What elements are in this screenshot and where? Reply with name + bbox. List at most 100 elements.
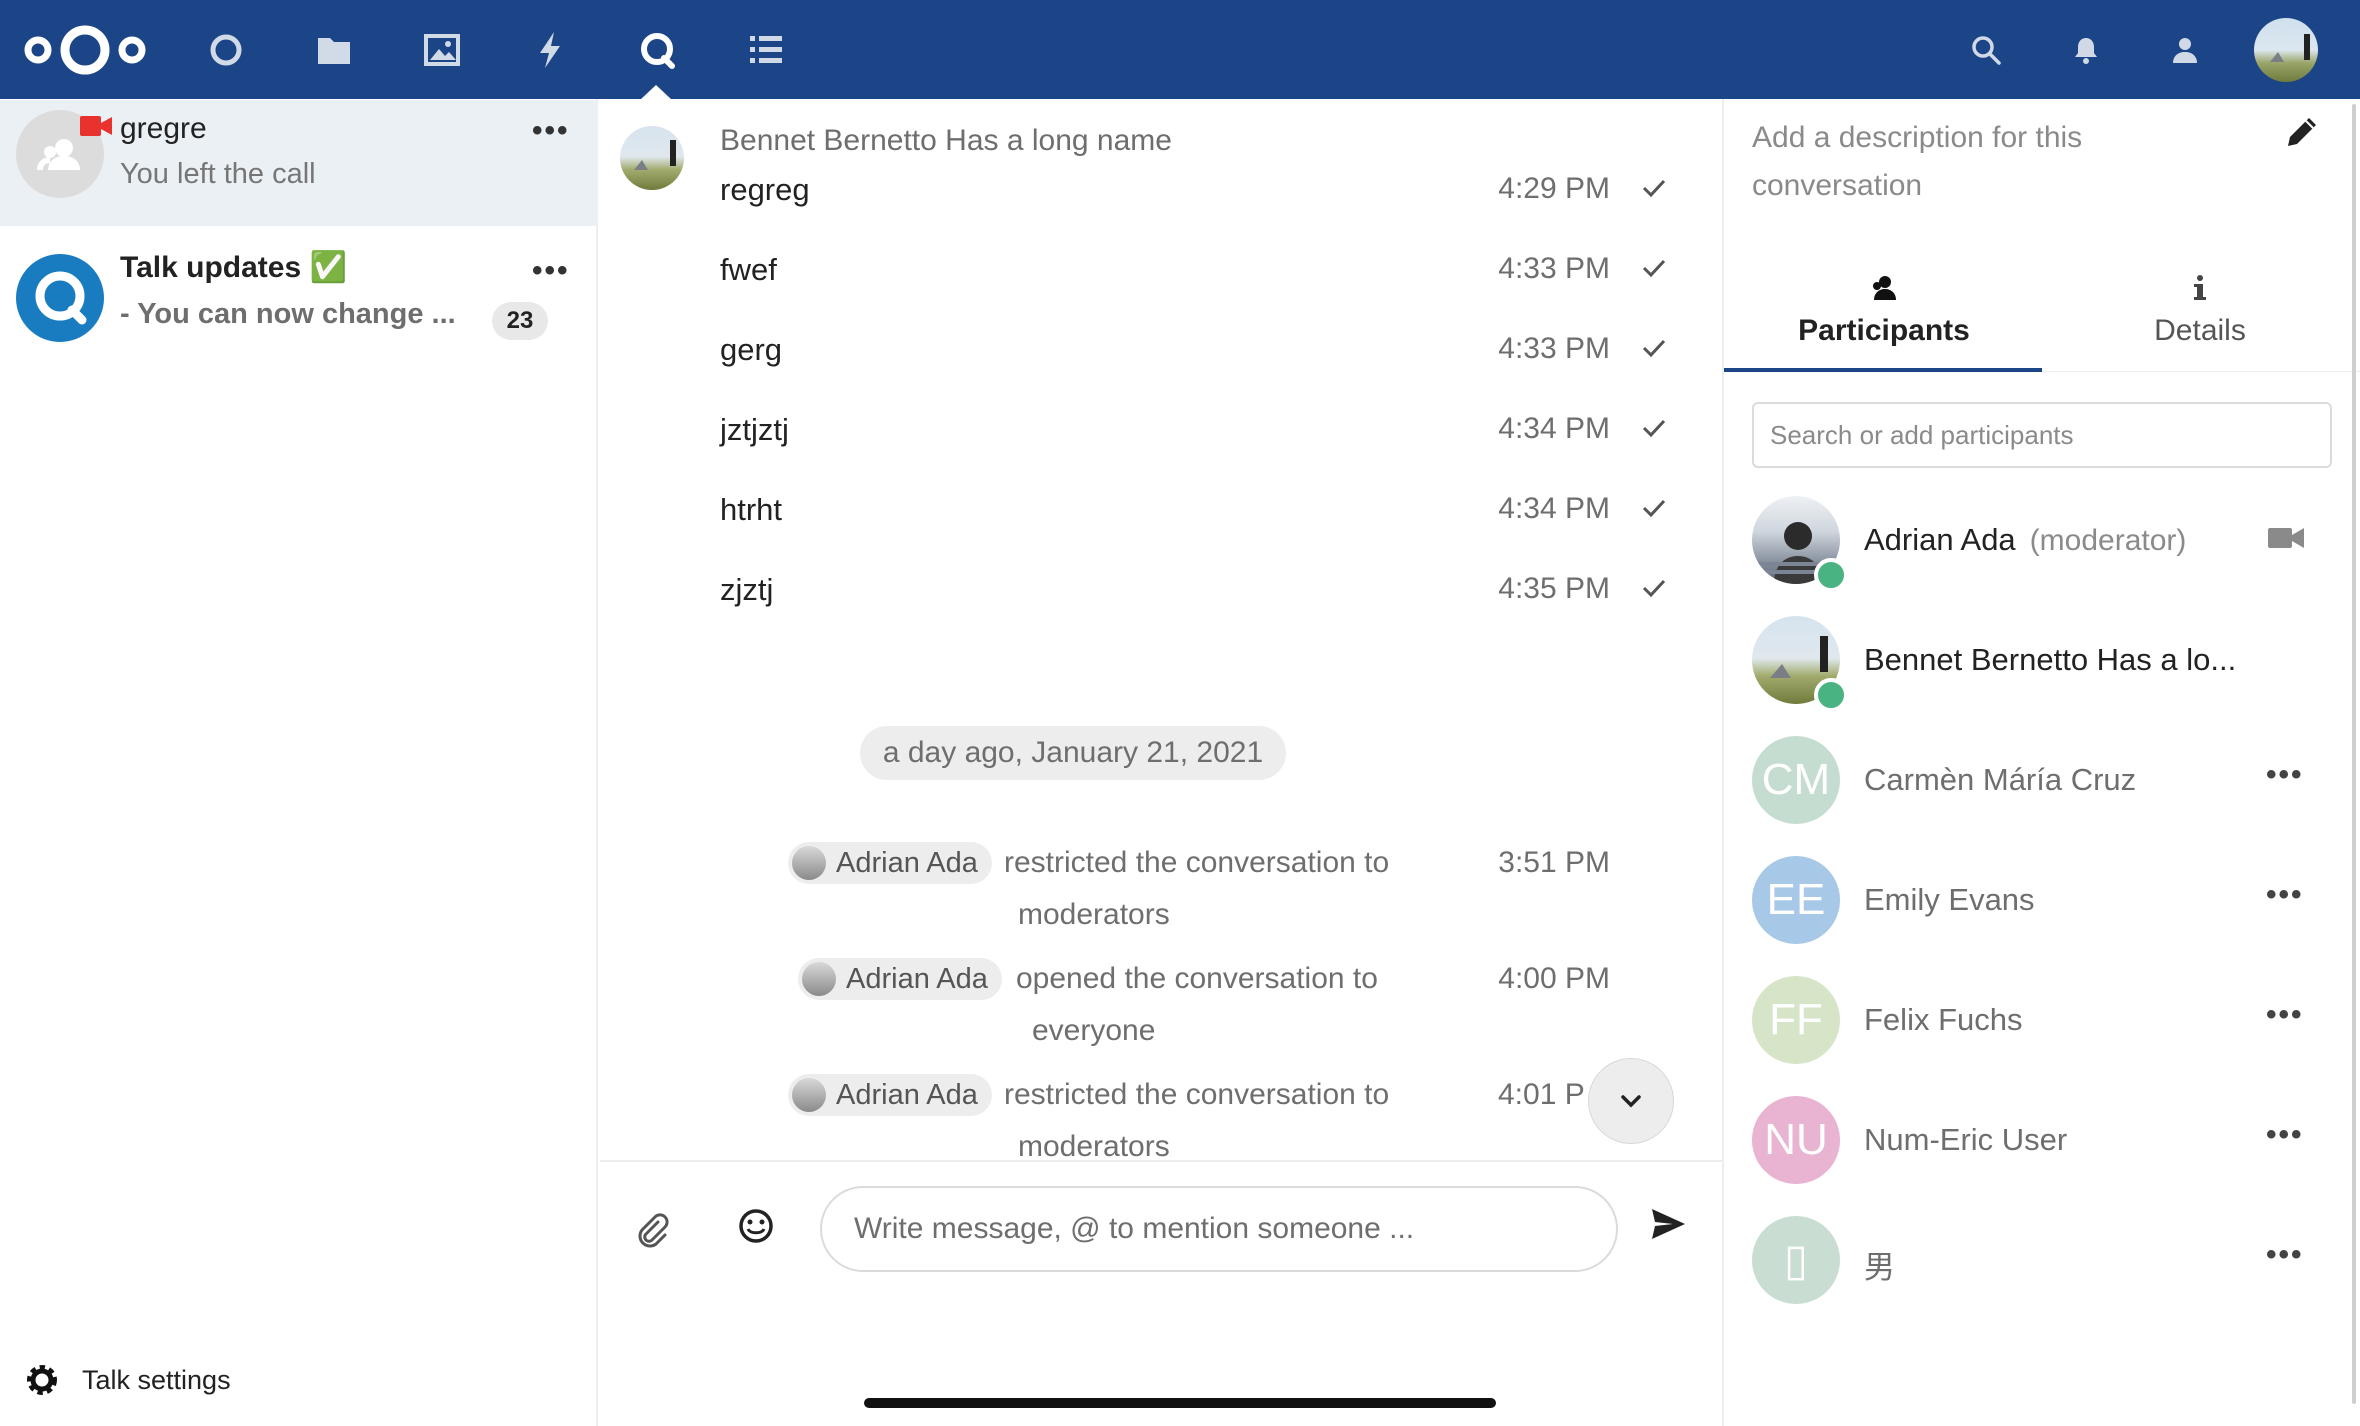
- mention-name: Adrian Ada: [836, 846, 978, 879]
- participant-item[interactable]: Bennet Bernetto Has a lo...: [1752, 616, 2332, 712]
- system-message-text: everyone: [1032, 1014, 1156, 1047]
- date-separator: a day ago, January 21, 2021: [860, 726, 1286, 780]
- participant-name: Bennet Bernetto Has a lo...: [1864, 642, 2237, 677]
- participant-menu-button[interactable]: •••: [2266, 1118, 2304, 1152]
- message-text: htrht: [720, 492, 783, 527]
- photos-icon[interactable]: [414, 22, 470, 78]
- search-icon[interactable]: [1958, 22, 2014, 78]
- participant-avatar: NU: [1752, 1096, 1840, 1184]
- composer-divider: [600, 1160, 1722, 1162]
- active-tab-indicator: [1724, 368, 2042, 372]
- author-avatar[interactable]: [620, 126, 684, 190]
- message-time: 4:01 P: [1498, 1078, 1585, 1111]
- tab-details[interactable]: Details: [2042, 272, 2358, 372]
- system-message-text: moderators: [1018, 1130, 1170, 1163]
- delivered-check-icon: [1642, 579, 1666, 598]
- participant-name: Emily Evans: [1864, 882, 2035, 917]
- talk-icon[interactable]: [630, 22, 686, 78]
- participant-item[interactable]: CM Carmèn Máría Cruz •••: [1752, 736, 2332, 826]
- participant-item[interactable]: FF Felix Fuchs •••: [1752, 976, 2332, 1066]
- participant-menu-button[interactable]: •••: [2266, 1238, 2304, 1272]
- delivered-check-icon: [1642, 419, 1666, 438]
- talk-logo-icon: [16, 254, 104, 342]
- participant-avatar: FF: [1752, 976, 1840, 1064]
- delivered-check-icon: [1642, 179, 1666, 198]
- gear-icon: [27, 1365, 57, 1395]
- message-time: 4:34 PM: [1498, 492, 1610, 525]
- conversation-item-gregre[interactable]: gregre You left the call •••: [0, 100, 598, 226]
- send-icon[interactable]: [1644, 1200, 1692, 1248]
- scroll-to-bottom-button[interactable]: [1588, 1058, 1674, 1144]
- participant-role: (moderator): [2029, 524, 2187, 557]
- pencil-icon[interactable]: [2282, 112, 2322, 152]
- message-text: gerg: [720, 332, 783, 367]
- mention-avatar: [802, 962, 836, 996]
- bell-icon[interactable]: [2058, 22, 2114, 78]
- mention-avatar: [792, 846, 826, 880]
- dashboard-icon[interactable]: [198, 22, 254, 78]
- message-input[interactable]: [820, 1186, 1618, 1272]
- participant-item[interactable]: NU Num-Eric User •••: [1752, 1096, 2332, 1186]
- message-time: 3:51 PM: [1498, 846, 1610, 879]
- nextcloud-logo-icon[interactable]: [22, 24, 148, 76]
- tasks-icon[interactable]: [738, 22, 794, 78]
- participant-avatar: CM: [1752, 736, 1840, 824]
- online-status-dot: [1814, 678, 1848, 712]
- tab-label: Details: [2154, 314, 2246, 347]
- user-avatar[interactable]: [2254, 18, 2318, 82]
- active-app-indicator: [640, 85, 672, 100]
- mention-name: Adrian Ada: [846, 962, 988, 995]
- participant-avatar: EE: [1752, 856, 1840, 944]
- contacts-icon[interactable]: [2158, 22, 2214, 78]
- video-camera-icon: [2268, 528, 2304, 548]
- system-message-text: opened the conversation to: [1016, 962, 1378, 995]
- participant-search-input[interactable]: [1752, 402, 2332, 468]
- activity-icon[interactable]: [522, 22, 578, 78]
- attachment-icon[interactable]: [628, 1206, 676, 1254]
- talk-settings-label: Talk settings: [82, 1364, 231, 1395]
- participant-item[interactable]: ▯ 男 •••: [1752, 1216, 2332, 1306]
- description-field[interactable]: Add a description for this conversation: [1752, 114, 2202, 210]
- message-time: 4:33 PM: [1498, 332, 1610, 365]
- conversation-last-message: You left the call: [120, 158, 316, 190]
- conversation-menu-button[interactable]: •••: [532, 254, 570, 288]
- details-scrollbar[interactable]: [2352, 104, 2356, 1404]
- participant-item[interactable]: EE Emily Evans •••: [1752, 856, 2332, 946]
- conversation-title: Talk updates ✅: [120, 251, 347, 284]
- participant-item[interactable]: Adrian Ada (moderator): [1752, 496, 2332, 592]
- tab-divider: [2042, 371, 2360, 372]
- video-camera-icon: [80, 116, 112, 136]
- participant-menu-button[interactable]: •••: [2266, 758, 2304, 792]
- participant-name: Felix Fuchs: [1864, 1002, 2023, 1037]
- message-text: fwef: [720, 252, 777, 287]
- chevron-down-icon: [1621, 1095, 1641, 1108]
- talk-settings-button[interactable]: Talk settings: [24, 1358, 231, 1402]
- message-time: 4:29 PM: [1498, 172, 1610, 205]
- user-mention-chip[interactable]: Adrian Ada: [788, 1074, 992, 1116]
- message-text: zjztj: [720, 572, 774, 607]
- system-message-text: restricted the conversation to: [1004, 846, 1390, 879]
- system-message-text: restricted the conversation to: [1004, 1078, 1390, 1111]
- emoji-icon[interactable]: [732, 1202, 780, 1250]
- participant-menu-button[interactable]: •••: [2266, 878, 2304, 912]
- user-mention-chip[interactable]: Adrian Ada: [788, 842, 992, 884]
- user-mention-chip[interactable]: Adrian Ada: [798, 958, 1002, 1000]
- top-header: [0, 0, 2360, 100]
- participant-menu-button[interactable]: •••: [2266, 998, 2304, 1032]
- message-text: regreg: [720, 172, 810, 207]
- delivered-check-icon: [1642, 499, 1666, 518]
- mention-avatar: [792, 1078, 826, 1112]
- conversation-menu-button[interactable]: •••: [532, 114, 570, 148]
- participants-icon: [1873, 276, 1896, 300]
- files-icon[interactable]: [306, 22, 362, 78]
- info-icon: [2194, 275, 2206, 300]
- system-message-text: moderators: [1018, 898, 1170, 931]
- message-time: 4:33 PM: [1498, 252, 1610, 285]
- message-time: 4:34 PM: [1498, 412, 1610, 445]
- delivered-check-icon: [1642, 259, 1666, 278]
- message-time: 4:00 PM: [1498, 962, 1610, 995]
- participant-name: Adrian Ada (moderator): [1864, 522, 2186, 558]
- tab-participants[interactable]: Participants: [1726, 272, 2042, 372]
- conversation-last-message: - You can now change ...: [120, 298, 456, 330]
- participant-name-text: Adrian Ada: [1864, 522, 2016, 557]
